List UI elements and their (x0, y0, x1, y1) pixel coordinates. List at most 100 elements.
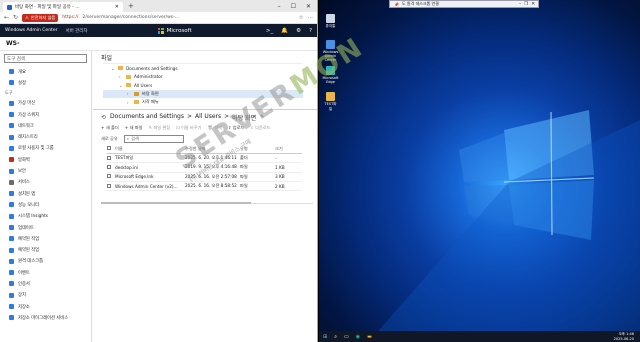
tree-node[interactable]: › 바탕 화면 (103, 89, 303, 98)
sidebar-tool-item-9[interactable]: 성능 모니터 (0, 199, 91, 210)
chevron-down-icon[interactable]: ⌄ (111, 66, 115, 71)
desktop-icon[interactable]: TEST파일 (323, 92, 338, 112)
url-path[interactable]: 2/servermanager/connections/server/ws-..… (82, 15, 179, 20)
col-name[interactable]: 이름 (115, 144, 185, 154)
row-checkbox[interactable] (107, 164, 111, 169)
col-type[interactable]: 유형 (240, 144, 275, 154)
sidebar-tool-item-4[interactable]: 로컬 사용자 및 그룹 (0, 143, 91, 154)
terminal-icon[interactable]: >_ (266, 28, 273, 34)
sidebar-tool-item-18[interactable]: 저장소 (0, 301, 91, 312)
rdp-restore-icon[interactable]: ❐ (524, 2, 528, 7)
select-all-checkbox[interactable] (107, 146, 111, 151)
task-view-icon[interactable]: ▭ (344, 334, 349, 340)
insecure-warning-badge[interactable]: ⚠ 안전하지 않음 (22, 13, 59, 22)
sidebar-tool-item-13[interactable]: 예약된 작업 (0, 244, 91, 255)
chevron-down-icon[interactable]: ⌄ (119, 83, 123, 88)
tree-node[interactable]: › 시작 메뉴 (103, 98, 303, 107)
toolbar-button[interactable]: ⇧ 업로드 (228, 125, 244, 131)
help-icon[interactable]: ? (309, 28, 312, 34)
rdp-minimize-icon[interactable]: – (519, 2, 521, 7)
chevron-right-icon[interactable]: › (119, 74, 123, 79)
table-row[interactable]: TEST파일 2025. 6. 20. 오후 1:46:11 폴더 - (107, 153, 302, 164)
toolbar-button[interactable]: + 새 파일 (125, 125, 143, 131)
col-size[interactable]: 크기 (275, 144, 302, 154)
sidebar-tool-item-12[interactable]: 예약된 작업 (0, 233, 91, 244)
sidebar-tool-item-17[interactable]: 장치 (0, 290, 91, 301)
tree-node[interactable]: ⌄ All Users (103, 81, 303, 90)
row-select-cell[interactable] (107, 172, 115, 182)
url-scheme[interactable]: https:// (62, 15, 78, 20)
breadcrumb-item[interactable]: Documents and Settings (110, 113, 184, 122)
rdp-pin-icon[interactable]: 📌 (394, 2, 399, 7)
sidebar-tool-item-0[interactable]: 가상 머신 (0, 98, 91, 109)
table-row[interactable]: Windows Admin Center (v2)... 2025. 6. 16.… (107, 181, 302, 192)
minimize-icon[interactable]: – (278, 3, 281, 10)
chevron-right-icon[interactable]: › (127, 91, 131, 96)
back-icon[interactable]: ← (4, 14, 9, 21)
sidebar-tool-item-11[interactable]: 업데이트 (0, 222, 91, 233)
sidebar-tool-item-3[interactable]: 레지스트리 (0, 131, 91, 142)
sidebar-tool-item-7[interactable]: 서비스 (0, 177, 91, 188)
breadcrumb-item[interactable]: All Users (195, 113, 221, 122)
toolbar-button[interactable]: + 새 폴더 (101, 125, 119, 131)
tool-icon (9, 134, 14, 140)
col-modified[interactable]: 수정한 날짜 (185, 144, 240, 154)
taskbar-explorer-icon[interactable]: ▬ (367, 334, 372, 340)
extensions-icon[interactable]: ⋯ (308, 15, 314, 21)
desktop-icon[interactable]: Microsoft Edge (323, 66, 338, 84)
new-tab-icon[interactable]: + (128, 2, 134, 10)
refresh-icon[interactable]: ↻ (13, 14, 18, 21)
sidebar-top-item-0[interactable]: 개요 (0, 66, 91, 77)
sidebar-tool-item-8[interactable]: 설치된 앱 (0, 188, 91, 199)
row-select-cell[interactable] (107, 153, 115, 164)
tree-node[interactable]: › Administrator (103, 73, 303, 82)
breadcrumb-item[interactable]: 바탕 화면 (232, 113, 256, 122)
sidebar-tool-item-14[interactable]: 원격 데스크톱 (0, 256, 91, 267)
favorite-star-icon[interactable]: ☆ (299, 15, 304, 21)
pane-divider[interactable] (93, 108, 317, 110)
table-row[interactable]: Microsoft Edge.lnk 2025. 6. 16. 오전 2:57:0… (107, 172, 302, 182)
taskbar-search-icon[interactable]: ⌕ (334, 334, 337, 340)
tree-node[interactable]: ⌄ Documents and Settings (103, 64, 303, 73)
row-checkbox[interactable] (107, 174, 111, 179)
settings-gear-icon[interactable]: ⚙ (296, 28, 301, 34)
share-button[interactable]: 새로 공유 (101, 136, 118, 142)
sidebar-tool-item-10[interactable]: 시스템 Insights (0, 211, 91, 222)
sidebar-tool-item-16[interactable]: 인증서 (0, 278, 91, 289)
select-all-cell[interactable] (107, 144, 115, 154)
tab-close-icon[interactable]: ✕ (115, 4, 119, 10)
row-select-cell[interactable] (107, 162, 115, 173)
sidebar-tool-item-15[interactable]: 이벤트 (0, 267, 91, 278)
app-name[interactable]: Windows Admin Center (5, 28, 57, 33)
sidebar-tool-item-1[interactable]: 가상 스위치 (0, 109, 91, 120)
tools-search-input[interactable]: 도구 검색 (4, 54, 87, 63)
desktop-icon[interactable]: 휴지통 (323, 14, 338, 29)
row-checkbox[interactable] (107, 155, 111, 160)
sidebar-tool-item-6[interactable]: 보안 (0, 165, 91, 176)
rdp-connection-bar[interactable]: 📌 도 원격 데스크톱 연결 – ❐ ✕ (389, 0, 539, 8)
close-icon[interactable]: ✕ (306, 3, 311, 10)
taskbar-edge-icon[interactable]: ◉ (356, 334, 360, 340)
sidebar-tool-item-2[interactable]: 네트워크 (0, 120, 91, 131)
table-row[interactable]: desktop.ini 2019. 9. 15. 오후 4:16:48 파일 1 KB (107, 162, 302, 173)
chevron-right-icon[interactable]: › (127, 100, 131, 105)
browser-tab[interactable]: 바탕 화면 - 파일 및 파일 공유 - ... ✕ (3, 2, 123, 12)
app-sub-name[interactable]: 서버 관리자 (65, 28, 87, 34)
row-checkbox[interactable] (107, 183, 111, 188)
horizontal-scrollbar[interactable] (101, 201, 313, 205)
system-clock[interactable]: 오후 1:46 2025-06-20 (614, 332, 640, 341)
sidebar-item-label: 가상 머신 (18, 101, 36, 107)
files-search-input[interactable]: ⌕ 검색 (123, 134, 184, 143)
scrollbar-thumb[interactable] (101, 202, 251, 204)
desktop-icon[interactable]: Windows Admin Center (323, 40, 338, 62)
rdp-close-icon[interactable]: ✕ (531, 2, 535, 7)
notifications-icon[interactable]: 🔔 (281, 28, 288, 34)
sidebar-tool-item-5[interactable]: 방화벽 (0, 154, 91, 165)
sidebar-top-item-1[interactable]: 설정 (0, 77, 91, 88)
sidebar-tool-item-19[interactable]: 저장소 마이그레이션 서비스 (0, 312, 91, 323)
maximize-icon[interactable]: ☐ (291, 3, 296, 10)
start-button-icon[interactable]: ⊞ (323, 334, 327, 340)
row-select-cell[interactable] (107, 181, 115, 192)
up-folder-icon[interactable]: ⟲ (101, 114, 106, 121)
edit-path-icon[interactable]: ✎ (260, 114, 264, 120)
